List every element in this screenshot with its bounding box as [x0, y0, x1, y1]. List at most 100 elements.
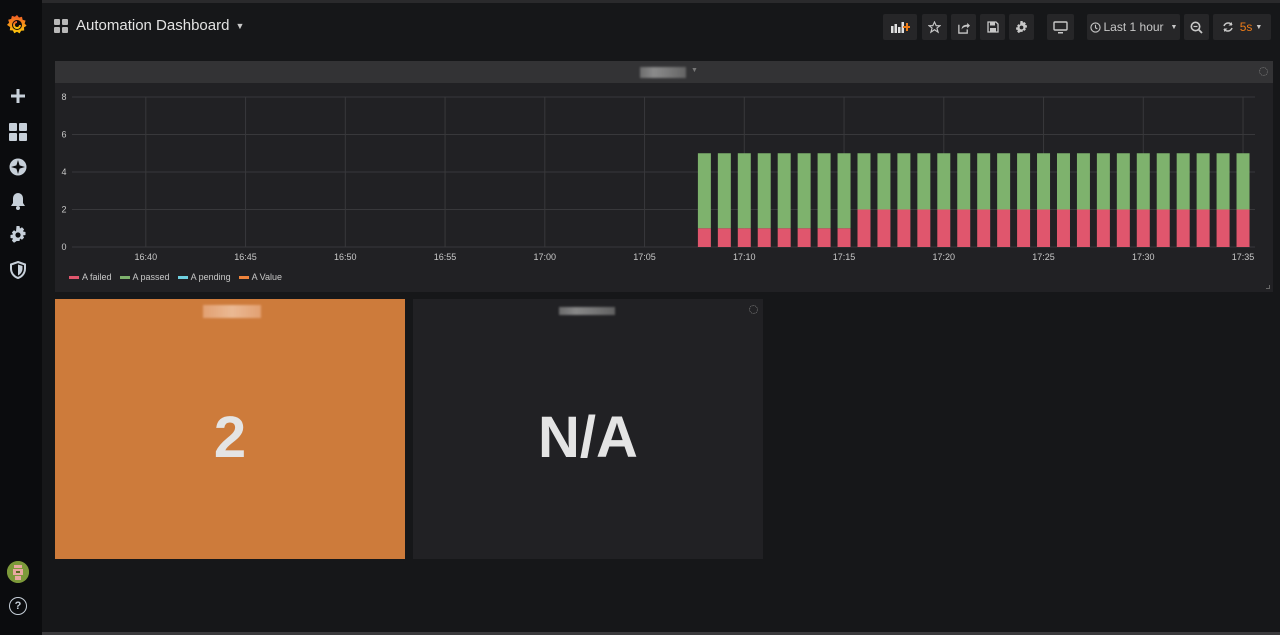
bar-segment-a-failed: [797, 228, 811, 247]
legend-item[interactable]: A Value: [238, 272, 282, 282]
stat-value: 2: [213, 405, 247, 470]
bar-segment-a-passed: [1196, 153, 1210, 210]
bar-segment-a-passed: [1017, 153, 1031, 210]
bar-segment-a-passed: [1056, 153, 1070, 210]
bar-segment-a-failed: [877, 209, 891, 247]
bar-segment-a-failed: [1116, 209, 1130, 247]
bar-segment-a-failed: [1096, 209, 1110, 247]
legend-swatch: [119, 275, 130, 279]
share-button[interactable]: [951, 14, 976, 40]
zoom-out-button[interactable]: [1184, 14, 1209, 40]
bar-segment-a-failed: [737, 228, 751, 247]
panel-title-redacted: [203, 305, 261, 318]
bar-segment-a-failed: [837, 228, 851, 247]
bar-segment-a-passed: [897, 153, 911, 210]
caret-down-icon: ▼: [1255, 23, 1263, 31]
help-icon[interactable]: ?: [9, 597, 27, 615]
bar-segment-a-passed: [777, 153, 791, 229]
add-panel-button[interactable]: [883, 14, 917, 40]
star-button[interactable]: [922, 14, 947, 40]
refresh-icon: [1222, 22, 1233, 32]
save-button[interactable]: [980, 14, 1005, 40]
x-tick-label: 17:10: [733, 252, 756, 262]
bar-segment-a-passed: [1216, 153, 1230, 210]
legend-label: A pending: [190, 272, 231, 282]
y-tick-label: 2: [61, 205, 66, 215]
bar-segment-a-passed: [757, 153, 771, 229]
zoom-out-icon: [1190, 21, 1203, 34]
dashboard-settings-button[interactable]: [1009, 14, 1034, 40]
x-tick-label: 16:45: [234, 252, 257, 262]
stat-panel-1: 2: [55, 299, 405, 559]
caret-down-icon: ▼: [1170, 23, 1178, 31]
stat-value: N/A: [538, 405, 638, 470]
dashboard-grid-icon: [54, 18, 68, 33]
shield-icon[interactable]: [8, 260, 28, 280]
bar-segment-a-passed: [717, 153, 731, 229]
x-tick-label: 17:30: [1132, 252, 1155, 262]
clock-icon: [1089, 21, 1101, 33]
bar-segment-a-failed: [997, 209, 1011, 247]
panel-title-redacted: [559, 307, 615, 315]
legend-item[interactable]: A failed: [69, 272, 112, 282]
grafana-logo-icon[interactable]: [5, 13, 29, 37]
add-panel-icon: [891, 22, 910, 33]
compass-icon[interactable]: [8, 157, 28, 177]
loading-spinner-icon: [749, 305, 758, 314]
bar-segment-a-failed: [1136, 209, 1150, 247]
dashboard-picker[interactable]: Automation Dashboard ▼: [54, 17, 244, 34]
bar-segment-a-passed: [737, 153, 751, 229]
legend-swatch: [238, 275, 249, 279]
dashboards-icon[interactable]: [8, 122, 28, 142]
chart-legend: A failed A passed A pending A Value: [69, 272, 282, 282]
stat-panel-2: N/A: [413, 299, 763, 559]
x-tick-label: 17:25: [1032, 252, 1055, 262]
save-icon: [986, 21, 999, 33]
resize-handle-icon[interactable]: [1266, 285, 1270, 289]
y-tick-label: 6: [61, 130, 66, 140]
y-tick-label: 0: [61, 242, 66, 252]
bar-segment-a-failed: [697, 228, 711, 247]
y-tick-label: 4: [61, 167, 66, 177]
bar-segment-a-passed: [997, 153, 1011, 210]
bar-segment-a-passed: [797, 153, 811, 229]
bar-segment-a-passed: [837, 153, 851, 229]
x-tick-label: 17:35: [1232, 252, 1255, 262]
caret-down-icon: ▼: [235, 20, 245, 31]
refresh-picker[interactable]: 5s ▼: [1213, 14, 1271, 40]
bar-segment-a-failed: [1176, 209, 1190, 247]
bar-segment-a-failed: [977, 209, 991, 247]
tv-mode-button[interactable]: [1047, 14, 1074, 40]
bar-segment-a-failed: [857, 209, 871, 247]
legend-item[interactable]: A pending: [177, 272, 231, 282]
y-tick-label: 8: [61, 92, 66, 102]
graph-panel: ▼ 0 2 4 6 8 16:40 16:45 16:50 16:55 17:00 17:05 17:…: [55, 61, 1273, 292]
bar-segment-a-failed: [817, 228, 831, 247]
dashboard-title: Automation Dashboard: [76, 17, 230, 34]
legend-label: A Value: [251, 272, 282, 282]
plus-icon[interactable]: [8, 86, 28, 106]
bar-segment-a-failed: [897, 209, 911, 247]
x-tick-label: 16:50: [334, 252, 357, 262]
legend-swatch: [69, 275, 79, 279]
bar-segment-a-failed: [957, 209, 971, 247]
gear-icon: [1016, 20, 1027, 33]
bar-segment-a-passed: [937, 153, 951, 210]
gear-icon[interactable]: [8, 225, 28, 245]
bell-icon[interactable]: [8, 191, 28, 211]
legend-item[interactable]: A passed: [119, 272, 170, 282]
bar-segment-a-passed: [1176, 153, 1190, 210]
x-tick-label: 16:40: [135, 252, 158, 262]
bar-segment-a-passed: [697, 153, 711, 229]
user-avatar[interactable]: [7, 561, 29, 583]
bar-segment-a-failed: [1196, 209, 1210, 247]
bar-segment-a-failed: [917, 209, 931, 247]
star-icon: [928, 20, 941, 33]
dashboard-navbar: Automation Dashboard ▼ Last 1 hour ▼ 5s …: [42, 3, 1280, 51]
time-range-picker[interactable]: Last 1 hour ▼: [1087, 14, 1180, 40]
refresh-interval-label: 5s: [1239, 20, 1253, 34]
x-tick-label: 16:55: [434, 252, 457, 262]
bar-segment-a-failed: [757, 228, 771, 247]
x-tick-label: 17:00: [534, 252, 557, 262]
bar-segment-a-failed: [1156, 209, 1170, 247]
